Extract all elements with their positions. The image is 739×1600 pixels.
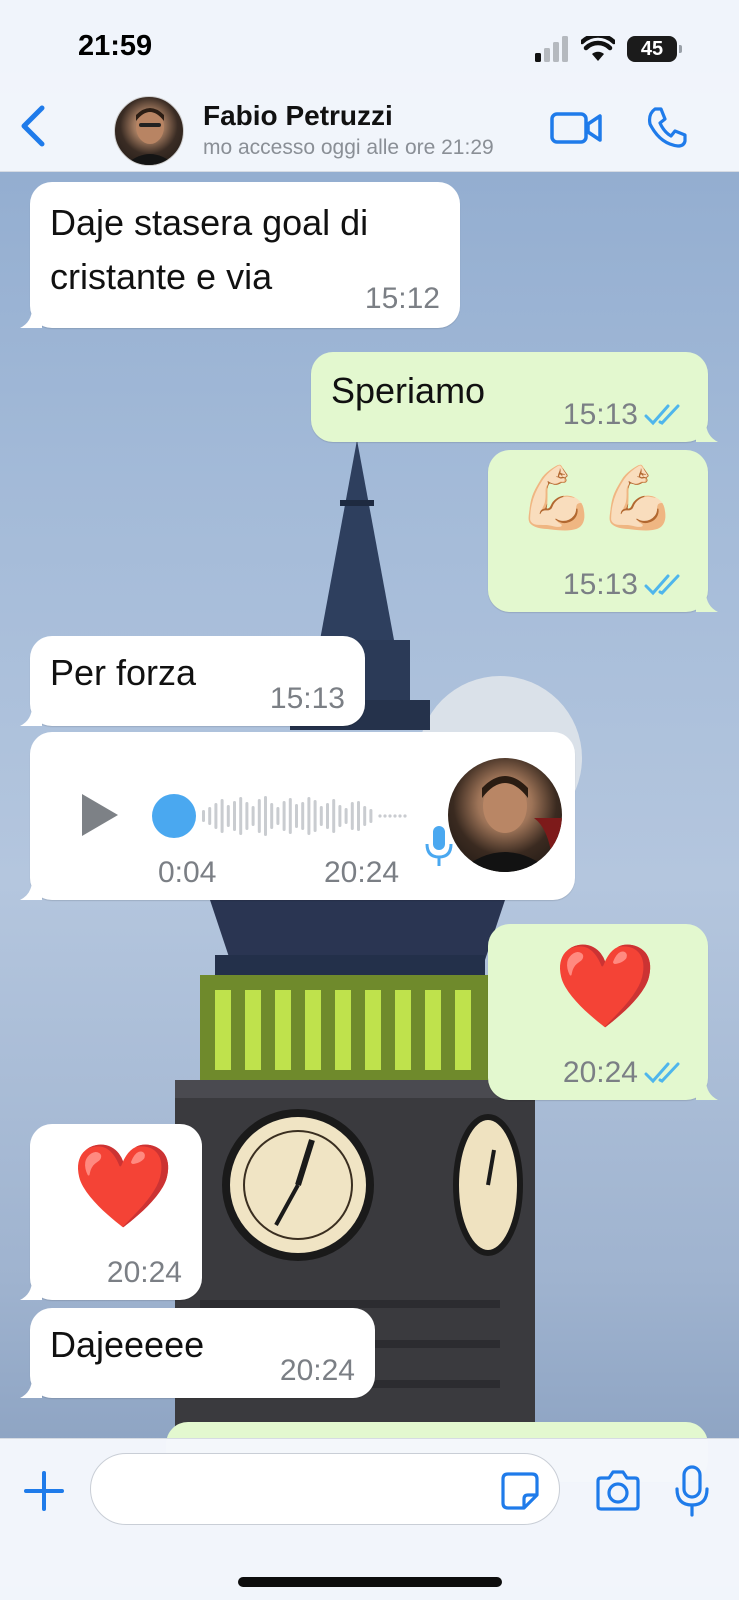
message-time: 20:24	[562, 1056, 638, 1089]
message-text: Per forza	[50, 652, 197, 693]
waveform-bar	[233, 801, 236, 831]
status-icons: 45	[535, 34, 682, 64]
composer-bar	[0, 1438, 739, 1600]
contact-name[interactable]: Fabio Petruzzi	[203, 100, 393, 132]
message-time: 20:24	[106, 1256, 182, 1289]
microphone-icon[interactable]	[674, 1465, 710, 1517]
bubble-tail	[20, 1280, 42, 1300]
read-receipt-icon	[644, 1062, 680, 1084]
message-input[interactable]	[90, 1453, 560, 1525]
status-time: 21:59	[78, 30, 153, 62]
battery-indicator: 45	[627, 36, 682, 62]
waveform-bar	[326, 803, 329, 829]
message-outgoing[interactable]: Speriamo 15:13	[311, 352, 718, 442]
waveform-bar	[202, 810, 205, 822]
waveform-bar	[220, 799, 224, 833]
waveform-dot	[378, 814, 382, 818]
message-time: 20:24	[279, 1354, 355, 1387]
waveform-bar	[208, 807, 212, 825]
waveform-bar	[276, 807, 280, 825]
waveform-dot	[403, 814, 407, 818]
phone-icon[interactable]	[646, 106, 688, 148]
waveform-bar	[282, 801, 286, 831]
waveform-bar	[313, 800, 317, 832]
waveform-dot	[388, 814, 392, 818]
message-time: 20:24	[324, 856, 400, 889]
read-receipt-icon	[644, 404, 680, 426]
waveform-bar	[245, 802, 249, 830]
waveform-dot	[383, 814, 387, 818]
message-incoming[interactable]: ❤️ 20:24	[20, 1124, 202, 1300]
waveform-bar	[251, 806, 255, 826]
wifi-icon	[581, 36, 615, 61]
waveform-bar	[344, 808, 348, 824]
bubble-tail	[20, 308, 42, 328]
video-call-icon[interactable]	[550, 110, 602, 146]
bubble-tail	[696, 1080, 718, 1100]
waveform-bar	[214, 803, 218, 829]
waveform-bar	[295, 804, 298, 828]
message-incoming[interactable]: Dajeeeee 20:24	[20, 1308, 375, 1398]
waveform-bar	[288, 798, 292, 834]
emoji-flexed-biceps: 💪🏻💪🏻	[518, 464, 681, 533]
message-time: 15:13	[269, 682, 345, 715]
message-time: 15:13	[562, 568, 638, 601]
waveform-bar	[332, 799, 336, 833]
plus-icon[interactable]	[22, 1469, 66, 1513]
waveform-dot	[393, 814, 397, 818]
signal-icon	[535, 36, 568, 62]
message-text: Dajeeeee	[50, 1324, 205, 1365]
emoji-red-heart: ❤️	[72, 1141, 175, 1232]
voice-duration: 0:04	[158, 856, 217, 889]
read-receipt-icon	[644, 574, 680, 596]
message-text: Speriamo	[331, 370, 486, 411]
play-icon[interactable]	[78, 790, 122, 840]
bubble-tail	[20, 1378, 42, 1398]
waveform-bar	[270, 803, 274, 829]
waveform-bar	[257, 799, 261, 833]
message-incoming[interactable]: Per forza 15:13	[20, 636, 365, 726]
waveform-bar	[239, 797, 243, 835]
waveform-bar	[338, 805, 342, 827]
voice-message[interactable]: 0:04 20:24	[20, 732, 575, 900]
chat-header: 21:59 45 Fabio Petruzzi mo accesso oggi …	[0, 0, 739, 172]
message-time: 15:13	[562, 398, 638, 431]
contact-avatar[interactable]	[114, 96, 184, 166]
message-incoming[interactable]: Daje stasera goal di cristante e via 15:…	[20, 182, 460, 328]
message-outgoing[interactable]: ❤️ 20:24	[488, 924, 718, 1100]
waveform-bar	[369, 809, 373, 823]
waveform-bar	[307, 797, 311, 835]
bubble-tail	[696, 422, 718, 442]
emoji-red-heart: ❤️	[554, 941, 657, 1032]
waveform-bar	[357, 801, 360, 831]
waveform-bar	[319, 806, 323, 826]
waveform-bar	[363, 806, 367, 826]
voice-waveform[interactable]	[150, 786, 410, 846]
waveform-bar	[264, 796, 267, 836]
bubble-tail	[20, 880, 42, 900]
voice-sender-avatar	[448, 758, 562, 872]
bubble-tail	[696, 592, 718, 612]
waveform-bar	[350, 802, 354, 830]
waveform-dot	[398, 814, 402, 818]
home-indicator	[238, 1577, 502, 1587]
message-outgoing[interactable]: 💪🏻💪🏻 15:13	[488, 450, 718, 612]
back-chevron-icon[interactable]	[16, 104, 50, 148]
contact-last-seen: mo accesso oggi alle ore 21:29	[203, 136, 494, 159]
waveform-bar	[301, 802, 305, 830]
microphone-icon	[425, 826, 453, 866]
camera-icon[interactable]	[594, 1469, 642, 1513]
bubble-tail	[20, 706, 42, 726]
message-time: 15:12	[364, 282, 440, 315]
sticker-icon[interactable]	[500, 1471, 540, 1511]
waveform-bar	[226, 805, 230, 827]
